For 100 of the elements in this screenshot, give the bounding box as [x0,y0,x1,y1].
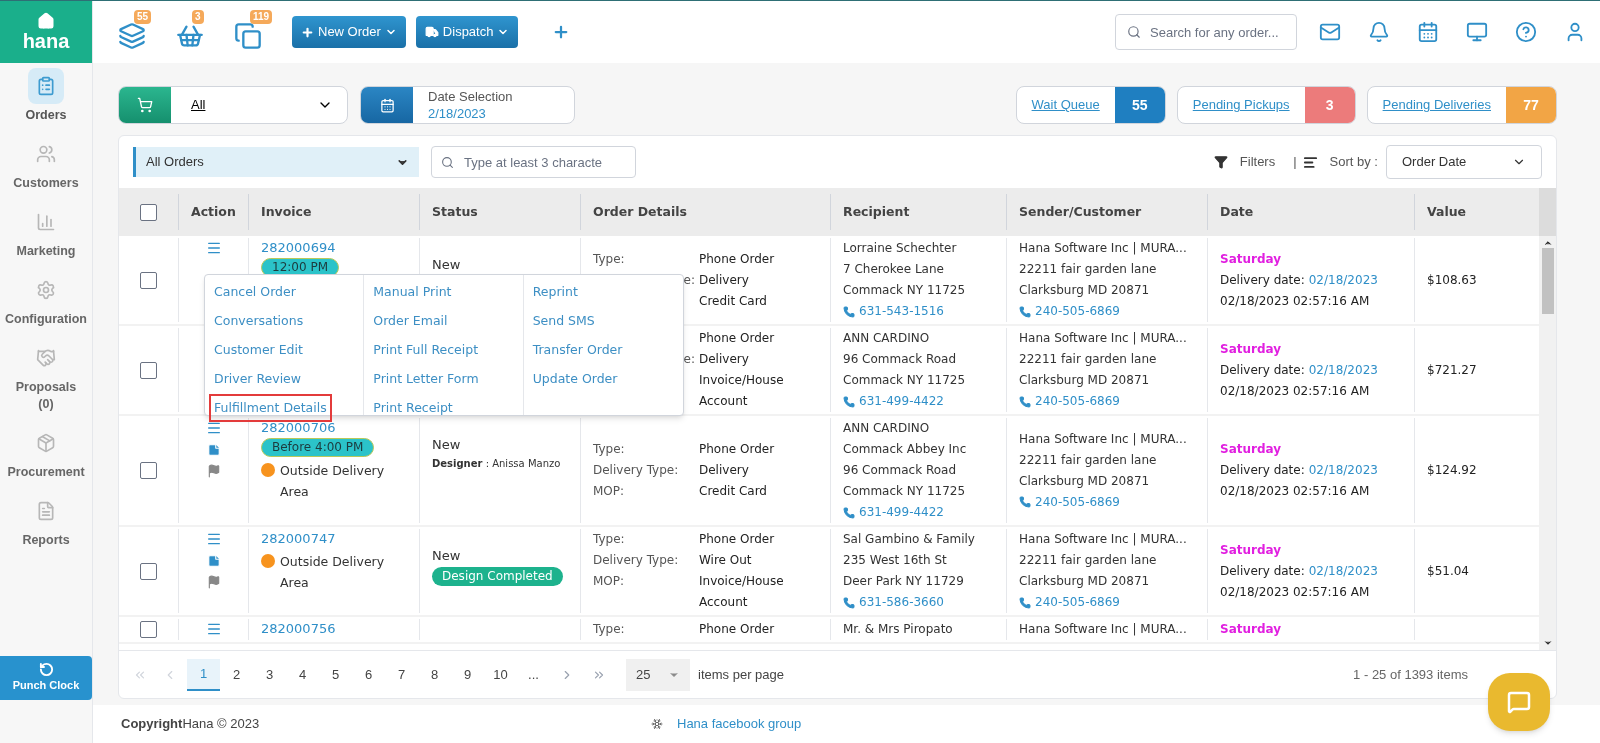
queue-link[interactable]: Pending Deliveries [1367,95,1506,115]
menu-item[interactable]: Driver Review [209,365,307,393]
phone-link[interactable]: 240-505-6869 [1035,491,1120,513]
timestamp-text: 02/18/2023 02:57:16 AM [1220,483,1371,500]
column-header: Value [1427,202,1467,221]
invoice-link[interactable]: 282000756 [261,619,336,638]
menu-item[interactable]: Cancel Order [209,278,301,306]
menu-icon[interactable] [205,621,222,637]
view-select[interactable]: All Orders [133,147,419,177]
menu-item[interactable]: Order Email [368,307,453,335]
page-button[interactable]: ... [517,658,550,691]
phone-link[interactable]: 240-505-6869 [1035,592,1120,613]
delivery-label: Delivery date: [1220,462,1305,479]
scroll-up-icon[interactable] [1542,238,1553,248]
monitor-icon[interactable] [1466,21,1488,43]
page-button[interactable]: 1 [187,658,220,691]
mail-icon[interactable] [1319,21,1341,43]
phone-link[interactable]: 240-505-6869 [1035,391,1120,412]
menu-item[interactable]: Print Full Receipt [368,336,484,364]
row-checkbox[interactable] [140,462,157,479]
sidebar-item[interactable]: Customers [2,135,90,193]
menu-icon[interactable] [205,420,222,436]
sidebar-item[interactable]: Orders [2,67,90,125]
sort-select[interactable]: Order Date [1386,145,1542,179]
menu-item[interactable]: Update Order [527,365,623,393]
menu-icon[interactable] [205,531,222,547]
menu-item[interactable]: Send SMS [527,307,600,335]
page-button[interactable]: 7 [385,658,418,691]
facebook-link[interactable]: Hana facebook group [677,714,802,734]
help-icon[interactable] [1515,21,1537,43]
recipient-text: ANN CARDINO [843,420,931,437]
phone-link[interactable]: 631-499-4422 [859,391,944,412]
sender-text: Hana Software Inc | MURA... [1019,240,1188,257]
menu-item[interactable]: Reprint [527,278,583,306]
menu-item[interactable]: Transfer Order [527,336,628,364]
menu-item[interactable]: Fulfillment Details [209,394,332,422]
chat-button[interactable] [1488,673,1550,731]
phone-link[interactable]: 631-586-3660 [859,592,944,613]
search-field[interactable]: Search for any order... [1115,14,1297,50]
sidebar-item[interactable]: Proposals (0) [2,339,90,414]
logo[interactable]: hana [0,1,92,63]
sidebar-item[interactable]: Configuration [2,271,90,329]
scroll-thumb[interactable] [1541,248,1554,314]
per-page-select[interactable]: 25 [626,658,690,691]
page-button[interactable]: 5 [319,658,352,691]
page-button[interactable]: 6 [352,658,385,691]
detail-value: Phone Order [699,250,776,268]
menu-item[interactable]: Print Letter Form [368,365,484,393]
calendar-icon[interactable] [1417,21,1439,43]
page-button[interactable]: 8 [418,658,451,691]
dispatch-button[interactable]: Dispatch [415,16,519,48]
scroll-down-icon[interactable] [1542,638,1553,648]
menu-item[interactable]: Print Receipt [368,394,458,422]
select-all-checkbox[interactable] [140,203,157,221]
sender-text: Clarksburg MD 20871 [1019,573,1151,590]
filters-label[interactable]: Filters [1239,152,1276,172]
detail-label: Delivery Type: [593,552,679,569]
recipient-text: 235 West 16th St [843,552,948,569]
detail-value: Phone Order [699,621,776,638]
row-checkbox[interactable] [140,562,157,580]
copy-icon[interactable] [234,22,262,50]
flag-icon[interactable] [206,575,221,589]
stack-icon[interactable] [118,22,146,50]
bell-icon[interactable] [1368,21,1390,43]
order-search-field[interactable]: Type at least 3 characte [431,146,636,178]
menu-item[interactable]: Manual Print [368,278,457,306]
sidebar-item[interactable]: Reports [2,492,90,550]
note-icon[interactable] [206,554,221,568]
page-button[interactable]: 10 [484,658,517,691]
sidebar-item[interactable]: Procurement [2,424,90,482]
phone-link[interactable]: 631-543-1516 [859,301,944,322]
recipient-text: Commack NY 11725 [843,372,967,389]
invoice-link[interactable]: 282000747 [261,529,336,548]
menu-item[interactable]: Customer Edit [209,336,308,364]
recipient-text: Commack NY 11725 [843,282,967,299]
queue-link[interactable]: Wait Queue [1016,95,1115,115]
phone-link[interactable]: 631-499-4422 [859,502,944,523]
row-checkbox[interactable] [140,361,157,379]
page-button[interactable]: 3 [253,658,286,691]
page-button[interactable]: 9 [451,658,484,691]
menu-icon[interactable] [205,240,222,256]
detail-label: e: [683,271,696,289]
invoice-link[interactable]: 282000694 [261,238,336,257]
page-button[interactable]: 4 [286,658,319,691]
new-order-button[interactable]: New Order [292,16,406,48]
queue-count: 77 [1506,87,1556,123]
row-checkbox[interactable] [140,621,157,638]
sidebar-item[interactable]: Marketing [2,203,90,261]
punch-clock-button[interactable]: Punch Clock [0,656,92,700]
flag-icon[interactable] [206,464,221,478]
note-icon[interactable] [206,443,221,457]
order-type-select[interactable]: All [118,86,348,124]
date-selector[interactable]: Date Selection 2/18/2023 [360,86,575,124]
column-header: Sender/Customer [1019,202,1142,221]
queue-link[interactable]: Pending Pickups [1177,95,1305,115]
page-button[interactable]: 2 [220,658,253,691]
filter-icon[interactable] [1213,155,1228,169]
menu-item[interactable]: Conversations [209,307,309,335]
phone-link[interactable]: 240-505-6869 [1035,301,1120,322]
row-checkbox[interactable] [140,271,157,289]
